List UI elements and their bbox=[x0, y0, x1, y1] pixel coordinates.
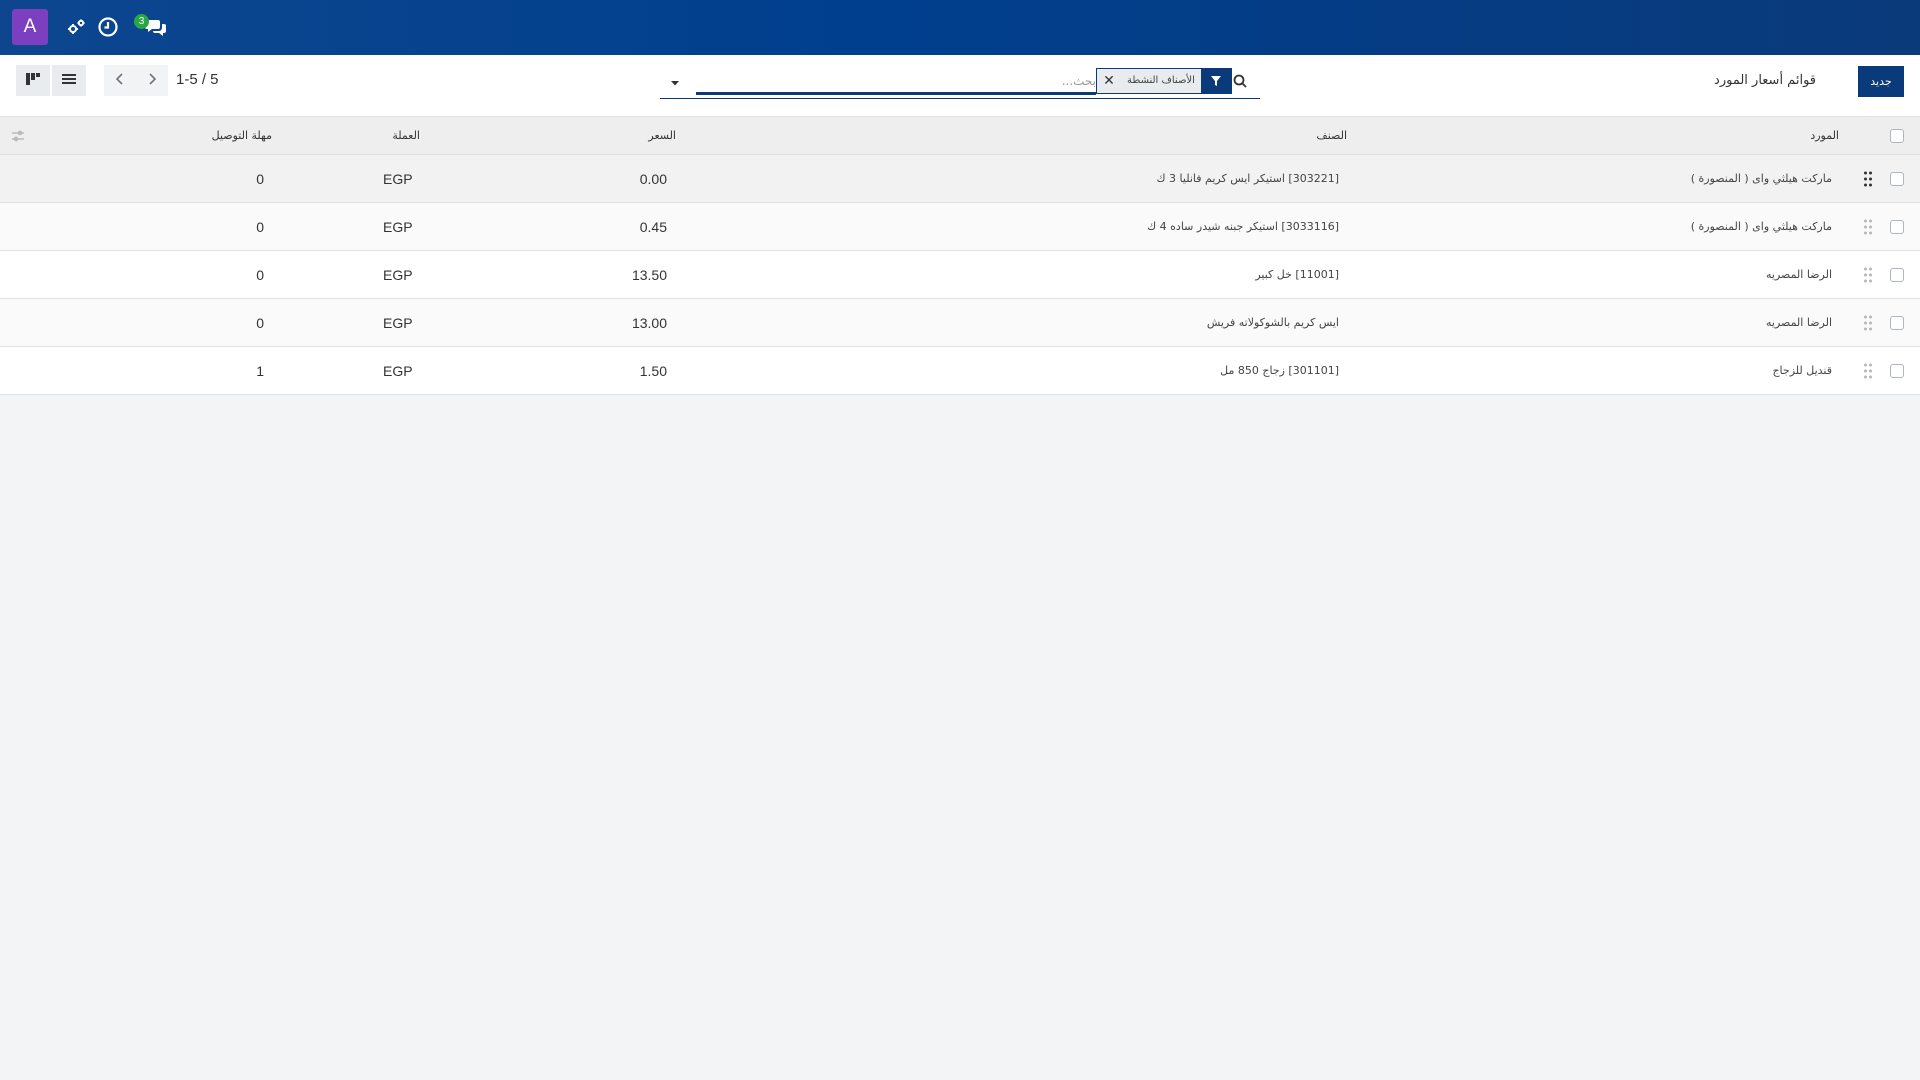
cell-delivery-lead-time: 0 bbox=[256, 266, 264, 283]
drag-handle-icon[interactable] bbox=[1863, 218, 1873, 236]
list-icon bbox=[61, 71, 77, 90]
vendor-pricelist-table: المورد الصنف السعر العملة مهلة التوصيل م… bbox=[0, 117, 1920, 395]
facet-value: الأصناف النشطة bbox=[1127, 75, 1195, 86]
top-navbar: A 3 bbox=[0, 0, 1920, 55]
row-checkbox[interactable] bbox=[1890, 267, 1904, 282]
pager-previous-button[interactable] bbox=[104, 65, 136, 96]
column-header-product[interactable]: الصنف bbox=[1316, 117, 1347, 154]
kanban-icon bbox=[25, 71, 41, 90]
filter-icon bbox=[1200, 69, 1231, 93]
optional-columns-icon[interactable] bbox=[10, 128, 26, 144]
drag-handle-icon[interactable] bbox=[1863, 362, 1873, 380]
cell-price: 13.00 bbox=[631, 314, 667, 331]
chevron-left-icon bbox=[113, 72, 127, 89]
new-button[interactable]: جديد bbox=[1858, 66, 1904, 97]
clock-icon[interactable] bbox=[96, 15, 120, 39]
cell-vendor: الرضا المصريه bbox=[1766, 268, 1832, 281]
cell-vendor: ماركت هيلثي واى ( المنصورة ) bbox=[1690, 220, 1832, 233]
cell-product: [301101] زجاج 850 مل bbox=[1220, 364, 1339, 377]
user-avatar[interactable]: A bbox=[12, 9, 48, 45]
table-row[interactable]: الرضا المصريه ايس كريم بالشوكولاته فريش … bbox=[0, 299, 1920, 347]
drag-handle-icon[interactable] bbox=[1863, 266, 1873, 284]
cell-product: [303221] استيكر ايس كريم فانليا 3 ك bbox=[1156, 172, 1339, 185]
facet-remove-button[interactable]: ✕ bbox=[1097, 69, 1121, 93]
cell-vendor: ماركت هيلثي واى ( المنصورة ) bbox=[1690, 172, 1832, 185]
table-row[interactable]: ماركت هيلثي واى ( المنصورة ) [3033116] ا… bbox=[0, 203, 1920, 251]
column-header-delivery-lead-time[interactable]: مهلة التوصيل bbox=[212, 117, 272, 154]
cell-currency: EGP bbox=[383, 218, 413, 235]
column-header-vendor[interactable]: المورد bbox=[1810, 117, 1839, 154]
cell-delivery-lead-time: 1 bbox=[256, 362, 264, 379]
table-row[interactable]: قنديل للزجاج [301101] زجاج 850 مل 1.50 E… bbox=[0, 347, 1920, 395]
cell-currency: EGP bbox=[383, 266, 413, 283]
row-checkbox[interactable] bbox=[1890, 171, 1904, 186]
table-row[interactable]: الرضا المصريه [11001] خل كبير 13.50 EGP … bbox=[0, 251, 1920, 299]
cell-currency: EGP bbox=[383, 362, 413, 379]
cell-product: [11001] خل كبير bbox=[1255, 268, 1339, 281]
cell-delivery-lead-time: 0 bbox=[256, 218, 264, 235]
page-title: قوائم أسعار المورد bbox=[1714, 73, 1816, 88]
search-input[interactable] bbox=[696, 69, 1096, 95]
cell-price: 1.50 bbox=[639, 362, 667, 379]
cell-price: 0.00 bbox=[639, 170, 667, 187]
chat-badge: 3 bbox=[134, 14, 149, 29]
settings-icon[interactable] bbox=[64, 15, 88, 39]
select-all-checkbox[interactable] bbox=[1890, 128, 1904, 143]
cell-delivery-lead-time: 0 bbox=[256, 170, 264, 187]
cell-currency: EGP bbox=[383, 170, 413, 187]
drag-handle-icon[interactable] bbox=[1863, 170, 1873, 188]
search-icon[interactable] bbox=[1232, 73, 1248, 89]
column-header-currency[interactable]: العملة bbox=[392, 117, 420, 154]
cell-delivery-lead-time: 0 bbox=[256, 314, 264, 331]
pager-value[interactable]: 1-5 / 5 bbox=[176, 71, 219, 88]
caret-down-icon bbox=[670, 73, 680, 92]
column-header-price[interactable]: السعر bbox=[648, 117, 676, 154]
row-checkbox[interactable] bbox=[1890, 315, 1904, 330]
search-facet: ✕ الأصناف النشطة bbox=[1096, 68, 1232, 94]
row-checkbox[interactable] bbox=[1890, 363, 1904, 378]
table-row[interactable]: ماركت هيلثي واى ( المنصورة ) [303221] اس… bbox=[0, 155, 1920, 203]
cell-product: ايس كريم بالشوكولاته فريش bbox=[1206, 316, 1339, 329]
cell-product: [3033116] استيكر جبنه شيدر ساده 4 ك bbox=[1147, 220, 1339, 233]
cell-vendor: قنديل للزجاج bbox=[1772, 364, 1832, 377]
row-checkbox[interactable] bbox=[1890, 219, 1904, 234]
cell-currency: EGP bbox=[383, 314, 413, 331]
kanban-view-button[interactable] bbox=[16, 65, 50, 96]
cell-price: 0.45 bbox=[639, 218, 667, 235]
drag-handle-icon[interactable] bbox=[1863, 314, 1873, 332]
pager-next-button[interactable] bbox=[136, 65, 168, 96]
search-bar: ✕ الأصناف النشطة bbox=[660, 67, 1260, 99]
control-panel: 1-5 / 5 ✕ الأصناف النشطة قوائم أسعار الم… bbox=[0, 55, 1920, 117]
chevron-right-icon bbox=[145, 72, 159, 89]
cell-price: 13.50 bbox=[631, 266, 667, 283]
list-view-button[interactable] bbox=[52, 65, 86, 96]
table-header: المورد الصنف السعر العملة مهلة التوصيل bbox=[0, 117, 1920, 155]
close-icon: ✕ bbox=[1103, 73, 1115, 89]
cell-vendor: الرضا المصريه bbox=[1766, 316, 1832, 329]
search-options-toggle[interactable] bbox=[664, 71, 686, 93]
